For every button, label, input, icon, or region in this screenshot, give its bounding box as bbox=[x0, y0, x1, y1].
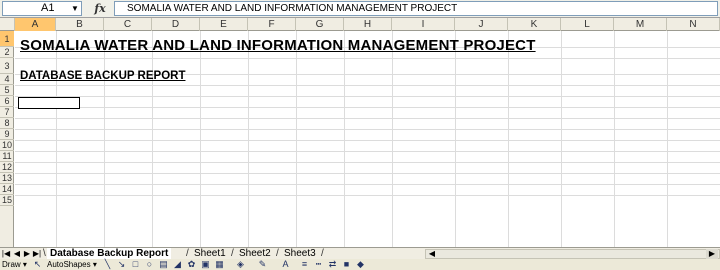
gridline bbox=[15, 129, 720, 130]
gridline bbox=[455, 31, 456, 247]
formula-input[interactable]: SOMALIA WATER AND LAND INFORMATION MANAG… bbox=[114, 1, 718, 16]
column-header-a[interactable]: A bbox=[15, 18, 56, 31]
clip-art-icon[interactable]: ▣ bbox=[201, 260, 210, 269]
column-header-m[interactable]: M bbox=[614, 18, 667, 31]
rectangle-icon[interactable]: □ bbox=[131, 260, 140, 269]
gridline bbox=[248, 31, 249, 247]
horizontal-scrollbar[interactable] bbox=[425, 249, 720, 259]
column-header-bar: A B C D E F G H I J K L M N bbox=[0, 18, 720, 31]
gridline bbox=[15, 96, 720, 97]
column-header-f[interactable]: F bbox=[248, 18, 296, 31]
cell-grid[interactable] bbox=[15, 31, 720, 247]
column-header-i[interactable]: I bbox=[392, 18, 455, 31]
gridline bbox=[200, 31, 201, 247]
gridline bbox=[667, 31, 668, 247]
row-header-bar: 1 2 3 4 5 6 7 8 9 10 11 12 13 14 15 bbox=[0, 31, 14, 247]
gridline bbox=[15, 140, 720, 141]
draw-menu-button[interactable]: Draw ▾ bbox=[2, 259, 27, 270]
autoshapes-menu-button[interactable]: AutoShapes ▾ bbox=[47, 259, 97, 270]
cell-a1-title[interactable]: SOMALIA WATER AND LAND INFORMATION MANAG… bbox=[20, 38, 536, 54]
row-header-4[interactable]: 4 bbox=[0, 74, 14, 85]
sheet-tab-bar: |◀ ◀ ▶ ▶| \ Database Backup Report / She… bbox=[0, 247, 720, 260]
row-header-10[interactable]: 10 bbox=[0, 140, 14, 151]
column-header-h[interactable]: H bbox=[344, 18, 392, 31]
diagram-icon[interactable]: ✿ bbox=[187, 260, 196, 269]
dash-style-icon[interactable]: ┅ bbox=[314, 260, 323, 269]
column-header-g[interactable]: G bbox=[296, 18, 344, 31]
row-header-14[interactable]: 14 bbox=[0, 184, 14, 195]
gridline bbox=[15, 162, 720, 163]
formula-bar: A1 ▼ fx SOMALIA WATER AND LAND INFORMATI… bbox=[0, 0, 720, 18]
gridline bbox=[296, 31, 297, 247]
row-header-12[interactable]: 12 bbox=[0, 162, 14, 173]
row-header-13[interactable]: 13 bbox=[0, 173, 14, 184]
gridline bbox=[56, 31, 57, 247]
gridline bbox=[15, 85, 720, 86]
row-header-5[interactable]: 5 bbox=[0, 85, 14, 96]
3d-style-icon[interactable]: ◆ bbox=[356, 260, 365, 269]
drawing-toolbar: Draw ▾ ↖ AutoShapes ▾ ╲ ↘ □ ○ ▤ ◢ ✿ ▣ ▦ … bbox=[0, 259, 720, 270]
line-icon[interactable]: ╲ bbox=[103, 260, 112, 269]
column-header-n[interactable]: N bbox=[667, 18, 720, 31]
column-header-d[interactable]: D bbox=[152, 18, 200, 31]
gridline bbox=[15, 58, 720, 59]
arrow-icon[interactable]: ↘ bbox=[117, 260, 126, 269]
column-header-e[interactable]: E bbox=[200, 18, 248, 31]
function-icon[interactable]: fx bbox=[86, 2, 114, 16]
column-header-b[interactable]: B bbox=[56, 18, 104, 31]
wordart-icon[interactable]: ◢ bbox=[173, 260, 182, 269]
fill-color-icon[interactable]: ◈ bbox=[236, 260, 245, 269]
text-box-icon[interactable]: ▤ bbox=[159, 260, 168, 269]
gridline bbox=[508, 31, 509, 247]
gridline bbox=[614, 31, 615, 247]
cell-a3-subtitle[interactable]: DATABASE BACKUP REPORT bbox=[20, 70, 185, 83]
oval-icon[interactable]: ○ bbox=[145, 260, 154, 269]
row-header-7[interactable]: 7 bbox=[0, 107, 14, 118]
gridline bbox=[15, 151, 720, 152]
row-header-15[interactable]: 15 bbox=[0, 195, 14, 206]
scroll-left-icon[interactable]: ◀ bbox=[427, 249, 437, 259]
gridline bbox=[15, 184, 720, 185]
row-header-1[interactable]: 1 bbox=[0, 31, 14, 47]
gridline bbox=[104, 31, 105, 247]
column-header-k[interactable]: K bbox=[508, 18, 561, 31]
row-header-9[interactable]: 9 bbox=[0, 129, 14, 140]
row-header-2[interactable]: 2 bbox=[0, 47, 14, 58]
gridline bbox=[392, 31, 393, 247]
shadow-icon[interactable]: ■ bbox=[342, 260, 351, 269]
row-header-8[interactable]: 8 bbox=[0, 118, 14, 129]
chevron-down-icon[interactable]: ▼ bbox=[68, 1, 82, 16]
font-color-icon[interactable]: A bbox=[281, 260, 290, 269]
select-objects-icon[interactable]: ↖ bbox=[33, 260, 42, 269]
gridline bbox=[152, 31, 153, 247]
column-header-l[interactable]: L bbox=[561, 18, 614, 31]
selected-cell-outline[interactable] bbox=[18, 97, 80, 109]
column-header-c[interactable]: C bbox=[104, 18, 152, 31]
column-header-j[interactable]: J bbox=[455, 18, 508, 31]
gridline bbox=[15, 107, 720, 108]
arrow-style-icon[interactable]: ⇄ bbox=[328, 260, 337, 269]
scroll-right-icon[interactable]: ▶ bbox=[706, 249, 718, 259]
gridline bbox=[15, 118, 720, 119]
row-header-3[interactable]: 3 bbox=[0, 58, 14, 74]
row-header-6[interactable]: 6 bbox=[0, 96, 14, 107]
gridline bbox=[561, 31, 562, 247]
line-color-icon[interactable]: ✎ bbox=[258, 260, 267, 269]
line-style-icon[interactable]: ≡ bbox=[300, 260, 309, 269]
select-all-corner[interactable] bbox=[0, 18, 15, 31]
row-header-11[interactable]: 11 bbox=[0, 151, 14, 162]
gridline bbox=[344, 31, 345, 247]
gridline bbox=[15, 173, 720, 174]
gridline bbox=[15, 195, 720, 196]
picture-icon[interactable]: ▦ bbox=[215, 260, 224, 269]
